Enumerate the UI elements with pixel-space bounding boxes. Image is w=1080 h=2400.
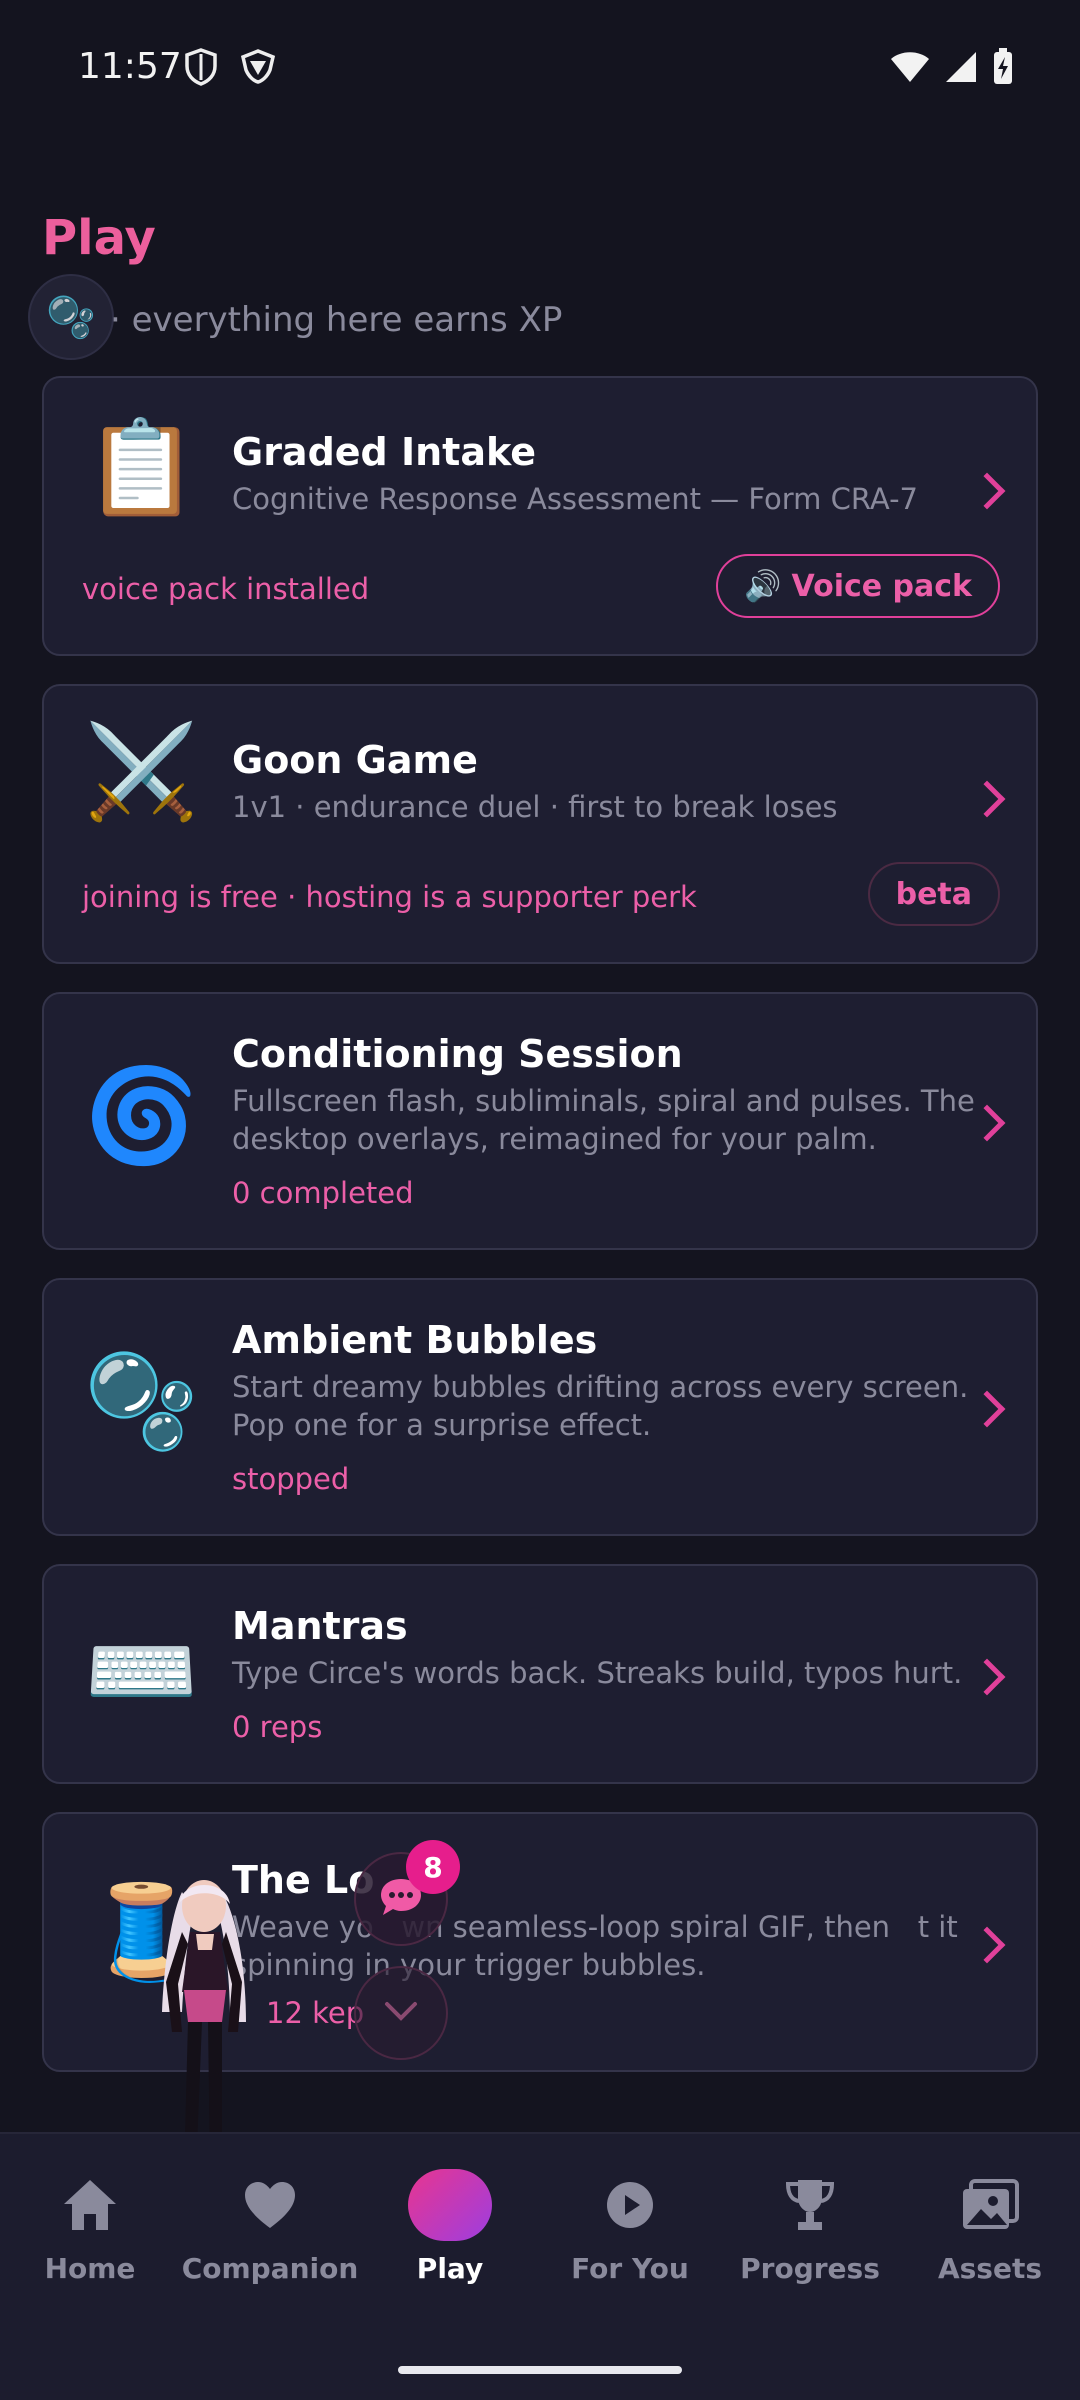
gallery-icon	[948, 2170, 1032, 2240]
heart-icon	[228, 2170, 312, 2240]
home-indicator[interactable]	[398, 2366, 682, 2374]
home-icon	[48, 2170, 132, 2240]
card-title: Ambient Bubbles	[232, 1318, 598, 1362]
page-title: Play	[42, 210, 156, 266]
card-description: Cognitive Response Assessment — Form CRA…	[232, 482, 918, 516]
nav-label: Home	[44, 2252, 136, 2285]
nav-label: For You	[571, 2252, 689, 2285]
card-mantras[interactable]: ⌨️ Mantras Type Circe's words back. Stre…	[42, 1564, 1038, 1784]
clipboard-icon: 📋	[84, 414, 199, 521]
card-title: Conditioning Session	[232, 1032, 683, 1076]
bubble-avatar[interactable]: 🫧	[28, 274, 114, 360]
card-footer: voice pack installed	[82, 572, 370, 606]
card-ambient-bubbles[interactable]: 🫧 Ambient Bubbles Start dreamy bubbles d…	[42, 1278, 1038, 1536]
voice-pack-button[interactable]: 🔊 Voice pack	[716, 554, 1000, 618]
status-bar: 11:57	[0, 0, 1080, 130]
card-title: Graded Intake	[232, 430, 536, 474]
wifi-icon	[890, 50, 930, 88]
nav-progress[interactable]: Progress	[720, 2170, 900, 2285]
nav-companion[interactable]: Companion	[180, 2170, 360, 2285]
card-status: 0 reps	[232, 1710, 323, 1744]
vpn-shield-icon	[240, 48, 276, 88]
nav-label: Companion	[181, 2252, 359, 2285]
bubbles-icon: 🫧	[46, 294, 96, 341]
play-circle-icon	[588, 2170, 672, 2240]
card-status: stopped	[232, 1462, 350, 1496]
chat-unread-badge: 8	[406, 1840, 460, 1894]
card-graded-intake[interactable]: 📋 Graded Intake Cognitive Response Asses…	[42, 376, 1038, 656]
collapse-button[interactable]	[354, 1966, 448, 2060]
card-title: Mantras	[232, 1604, 408, 1648]
bottom-nav: Home Companion Play For You Progress Ass…	[0, 2132, 1080, 2400]
nav-label: Play	[416, 2252, 484, 2285]
card-description: Fullscreen flash, subliminals, spiral an…	[232, 1084, 975, 1156]
chevron-down-icon	[383, 2000, 419, 2026]
nav-label: Progress	[740, 2252, 880, 2285]
trophy-icon	[768, 2170, 852, 2240]
keyboard-icon: ⌨️	[84, 1618, 199, 1725]
page-subtitle: · everything here earns XP	[110, 300, 563, 340]
card-description: Weave yo wn seamless-loop spiral GIF, th…	[232, 1910, 967, 1982]
active-indicator	[408, 2169, 492, 2241]
speaker-icon: 🔊	[744, 568, 782, 604]
shield-icon	[184, 48, 218, 90]
crossed-swords-icon: ⚔️	[84, 718, 199, 825]
spiral-icon: 🌀	[84, 1062, 199, 1169]
card-status: 0 completed	[232, 1176, 414, 1210]
nav-label: Assets	[937, 2252, 1043, 2285]
card-title: Goon Game	[232, 738, 478, 782]
status-time: 11:57	[78, 46, 182, 87]
card-description: 1v1 · endurance duel · first to break lo…	[232, 790, 838, 824]
nav-play[interactable]: Play	[360, 2169, 540, 2285]
voice-pack-label: Voice pack	[791, 568, 973, 604]
signal-icon	[944, 50, 978, 88]
nav-assets[interactable]: Assets	[900, 2170, 1080, 2285]
battery-charging-icon	[992, 48, 1014, 90]
card-conditioning-session[interactable]: 🌀 Conditioning Session Fullscreen flash,…	[42, 992, 1038, 1250]
card-description: Start dreamy bubbles drifting across eve…	[232, 1370, 969, 1442]
card-description: Type Circe's words back. Streaks build, …	[232, 1656, 963, 1690]
bubbles-icon: 🫧	[84, 1348, 199, 1455]
play-pill-icon	[408, 2169, 492, 2241]
card-footer: joining is free · hosting is a supporter…	[82, 880, 697, 914]
nav-home[interactable]: Home	[0, 2170, 180, 2285]
card-goon-game[interactable]: ⚔️ Goon Game 1v1 · endurance duel · firs…	[42, 684, 1038, 964]
nav-for-you[interactable]: For You	[540, 2170, 720, 2285]
beta-badge: beta	[867, 862, 1000, 926]
